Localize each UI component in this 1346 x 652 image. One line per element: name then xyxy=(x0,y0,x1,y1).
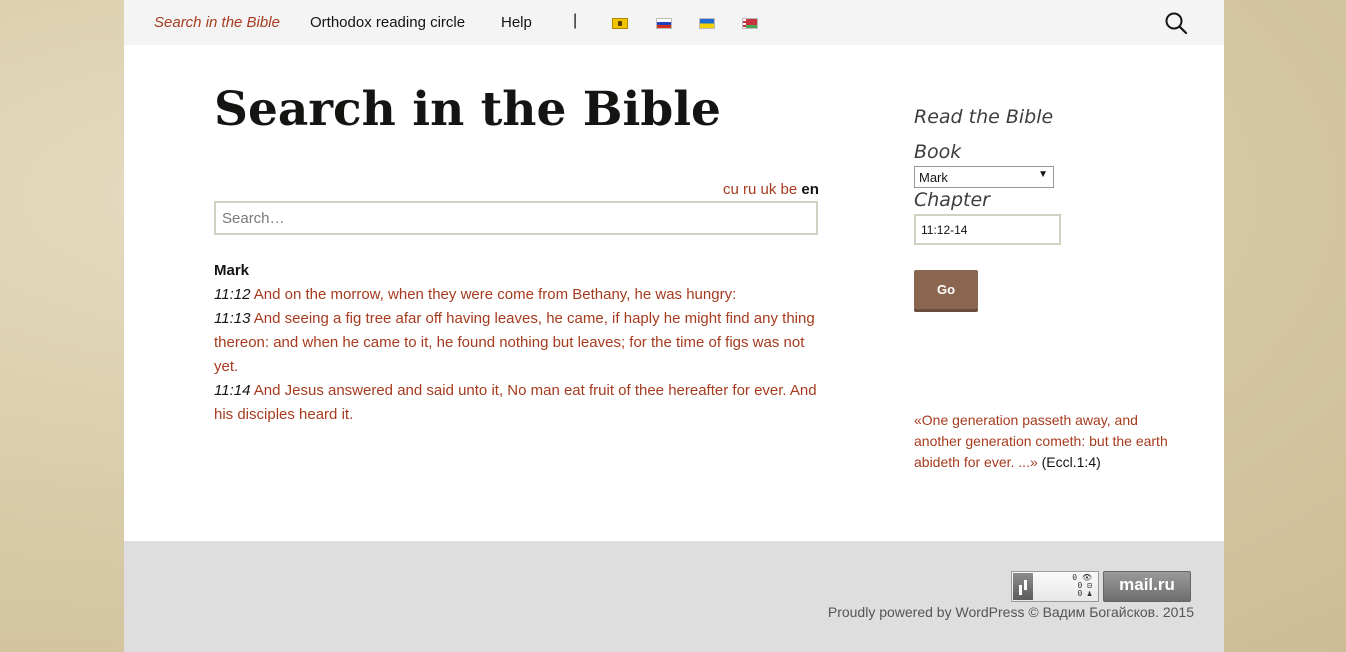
verse-ref: 11:13 xyxy=(214,310,251,327)
verse-ref: 11:12 xyxy=(214,286,251,303)
verse-text[interactable]: And on the morrow, when they were come f… xyxy=(254,286,736,303)
liveinternet-counter[interactable]: 0 👁 0 ⊟ 0 ♟ xyxy=(1011,571,1099,602)
nav-item-search[interactable]: Search in the Bible xyxy=(154,14,280,31)
flag-be-icon[interactable] xyxy=(742,18,758,29)
dropdown-arrow-icon: ▼ xyxy=(1038,169,1048,180)
result-book-title: Mark xyxy=(214,262,250,279)
footer: 0 👁 0 ⊟ 0 ♟ mail.ru Proudly powered by W… xyxy=(124,541,1224,652)
mailru-counter[interactable]: mail.ru xyxy=(1103,571,1191,602)
verse-text[interactable]: And Jesus answered and said unto it, No … xyxy=(214,382,817,423)
lang-current-en: en xyxy=(801,181,819,198)
verse-item[interactable]: 11:14 And Jesus answered and said unto i… xyxy=(214,379,824,427)
lang-link-cu[interactable]: cu xyxy=(723,181,739,198)
language-switcher: cu ru uk be en xyxy=(723,181,819,198)
nav-item-help[interactable]: Help xyxy=(501,14,532,31)
nav-separator: | xyxy=(573,12,578,29)
verse-text[interactable]: And seeing a fig tree afar off having le… xyxy=(214,310,815,375)
flag-ru-icon[interactable] xyxy=(656,18,672,29)
chapter-input[interactable] xyxy=(914,214,1061,245)
flag-uk-icon[interactable] xyxy=(699,18,715,29)
search-icon[interactable] xyxy=(1164,11,1188,35)
page: Search in the Bible Orthodox reading cir… xyxy=(124,0,1224,652)
counter-stats: 0 👁 0 ⊟ 0 ♟ xyxy=(1072,573,1092,598)
sidebar-heading: Read the Bible xyxy=(914,106,1054,128)
verse-item[interactable]: 11:12 And on the morrow, when they were … xyxy=(214,283,824,307)
verse-list: 11:12 And on the morrow, when they were … xyxy=(214,283,824,427)
top-nav: Search in the Bible Orthodox reading cir… xyxy=(124,0,1224,45)
verse-item[interactable]: 11:13 And seeing a fig tree afar off hav… xyxy=(214,307,824,379)
search-input[interactable] xyxy=(214,201,818,235)
lang-link-ru[interactable]: ru xyxy=(743,181,756,198)
powered-by-text[interactable]: Proudly powered by WordPress © Вадим Бог… xyxy=(828,604,1194,620)
go-button[interactable]: Go xyxy=(914,270,978,312)
quote-source: (Eccl.1:4) xyxy=(1041,454,1101,470)
book-label: Book xyxy=(914,141,962,163)
bar-chart-icon xyxy=(1013,573,1033,600)
lang-link-be[interactable]: be xyxy=(781,181,798,198)
chapter-label: Chapter xyxy=(914,189,990,211)
verse-ref: 11:14 xyxy=(214,382,251,399)
mailru-logo: mail.ru xyxy=(1119,575,1175,594)
book-select-value: Mark xyxy=(919,170,948,185)
book-select[interactable]: Mark ▼ xyxy=(914,166,1054,188)
flag-cu-icon[interactable] xyxy=(612,18,628,29)
nav-item-reading-circle[interactable]: Orthodox reading circle xyxy=(310,14,465,31)
lang-link-uk[interactable]: uk xyxy=(761,181,777,198)
page-title: Search in the Bible xyxy=(214,82,721,137)
quote-widget: «One generation passeth away, and anothe… xyxy=(914,410,1184,473)
